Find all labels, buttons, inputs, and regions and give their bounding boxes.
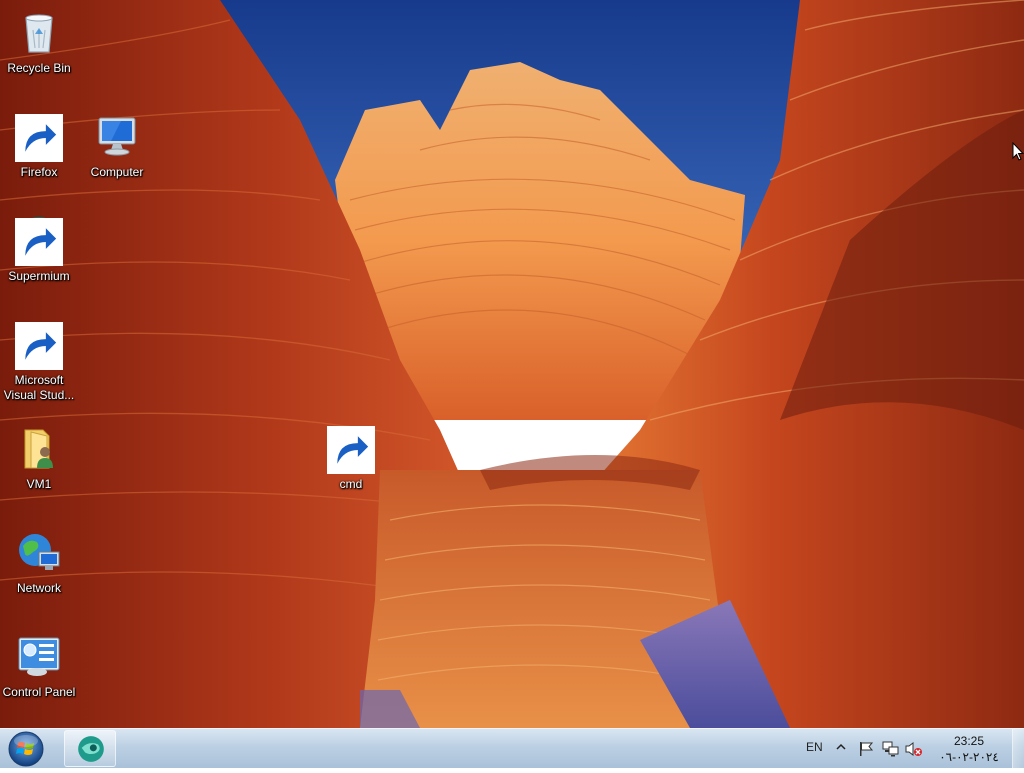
desktop-icon-supermium[interactable]: Supermium [0,210,78,306]
shortcut-arrow-icon [15,322,63,370]
desktop-icon-label: Microsoft Visual Stud... [3,373,75,402]
desktop-icon-label: Network [16,581,61,595]
taskbar-clock[interactable]: 23:25 ٢٠٢٤-٠٢-٠٦ [934,733,1004,765]
desktop-icon-recycle-bin[interactable]: Recycle Bin [0,2,78,98]
desktop-icon-vm1[interactable]: VM1 [0,418,78,514]
desktop-icon-label: Control Panel [2,685,76,699]
clock-time: 23:25 [953,734,985,748]
language-indicator[interactable]: EN [806,740,823,754]
shortcut-arrow-icon [15,218,63,266]
desktop-icon-label: VM1 [26,477,52,491]
computer-icon [98,117,136,156]
desktop-icon-control-panel[interactable]: Control Panel [0,626,78,722]
recycle-bin-icon [25,14,53,53]
desktop-icon-cmd[interactable]: C:\_ cmd [312,418,390,514]
desktop-icon-visual-studio[interactable]: Microsoft Visual Stud... [0,314,78,410]
supermium-icon [78,736,104,762]
clock-date: ٢٠٢٤-٠٢-٠٦ [939,750,999,764]
windows-orb-icon [8,731,44,767]
desktop-icon-computer[interactable]: Computer [78,106,156,202]
desktop-icon-firefox[interactable]: Firefox [0,106,78,202]
desktop[interactable]: Recycle Bin Firefox Computer Supermium M… [0,0,1024,728]
network-tray-icon[interactable] [882,741,900,757]
mouse-cursor-icon [1012,142,1024,161]
desktop-icon-label: Recycle Bin [7,61,71,75]
taskbar-app-supermium[interactable] [64,730,116,767]
control-panel-icon [18,637,60,676]
show-hidden-icons-arrow[interactable] [836,742,846,752]
shortcut-arrow-icon [327,426,375,474]
desktop-icon-label: Computer [90,165,144,179]
action-center-flag-icon[interactable] [858,741,874,757]
desktop-icon-label: Firefox [20,165,58,179]
network-icon [19,534,60,570]
start-button[interactable] [6,730,46,768]
show-desktop-button[interactable] [1012,729,1024,768]
user-folder-icon [24,429,53,469]
volume-muted-icon[interactable] [905,741,923,757]
shortcut-arrow-icon [15,114,63,162]
desktop-icon-label: Supermium [8,269,70,283]
desktop-icon-label: cmd [339,477,363,491]
taskbar: EN 23:25 ٢٠٢٤-٠٢-٠٦ [0,728,1024,768]
desktop-icon-network[interactable]: Network [0,522,78,618]
